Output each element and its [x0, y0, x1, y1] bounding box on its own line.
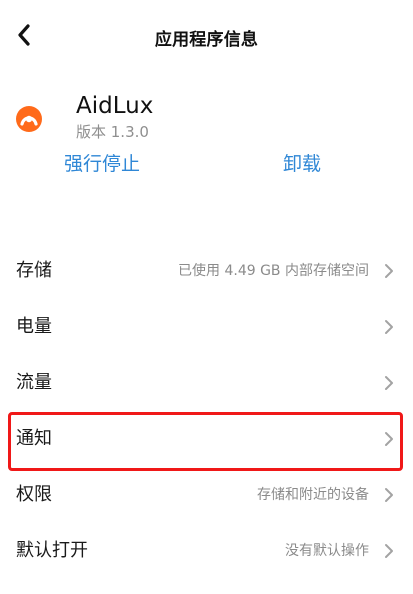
- page-title: 应用程序信息: [154, 30, 259, 50]
- app-actions: 强行停止 卸载: [0, 144, 413, 214]
- chevron-right-icon: [385, 544, 393, 558]
- default-open-value: 没有默认操作: [285, 543, 369, 559]
- default-open-label: 默认打开: [16, 540, 88, 561]
- notifications-row[interactable]: 通知: [0, 411, 413, 467]
- app-version: 版本 1.3.0: [76, 123, 149, 141]
- app-info: AidLux 版本 1.3.0: [0, 74, 413, 144]
- default-open-row[interactable]: 默认打开 没有默认操作: [0, 523, 413, 579]
- chevron-right-icon: [385, 488, 393, 502]
- settings-list: 存储 已使用 4.49 GB 内部存储空间 电量 流量 通知 权限 存储和附近的…: [0, 243, 413, 579]
- chevron-right-icon: [385, 432, 393, 446]
- storage-value: 已使用 4.49 GB 内部存储空间: [178, 263, 369, 279]
- permissions-row[interactable]: 权限 存储和附近的设备: [0, 467, 413, 523]
- battery-row[interactable]: 电量: [0, 299, 413, 355]
- uninstall-button[interactable]: 卸载: [283, 152, 321, 176]
- data-usage-row[interactable]: 流量: [0, 355, 413, 411]
- chevron-right-icon: [385, 376, 393, 390]
- battery-label: 电量: [16, 316, 52, 337]
- header: 应用程序信息: [0, 0, 413, 74]
- permissions-label: 权限: [16, 484, 52, 505]
- storage-row[interactable]: 存储 已使用 4.49 GB 内部存储空间: [0, 243, 413, 299]
- storage-label: 存储: [16, 260, 52, 281]
- aidlux-app-icon: [16, 106, 42, 132]
- app-name: AidLux: [76, 93, 154, 119]
- permissions-value: 存储和附近的设备: [257, 487, 369, 503]
- chevron-right-icon: [385, 264, 393, 278]
- data-usage-label: 流量: [16, 372, 52, 393]
- app-info-screen: 应用程序信息 AidLux 版本 1.3.0 强行停止 卸载 存储 已使用 4.…: [0, 0, 413, 594]
- force-stop-button[interactable]: 强行停止: [64, 152, 140, 176]
- notifications-label: 通知: [16, 428, 52, 449]
- chevron-right-icon: [385, 320, 393, 334]
